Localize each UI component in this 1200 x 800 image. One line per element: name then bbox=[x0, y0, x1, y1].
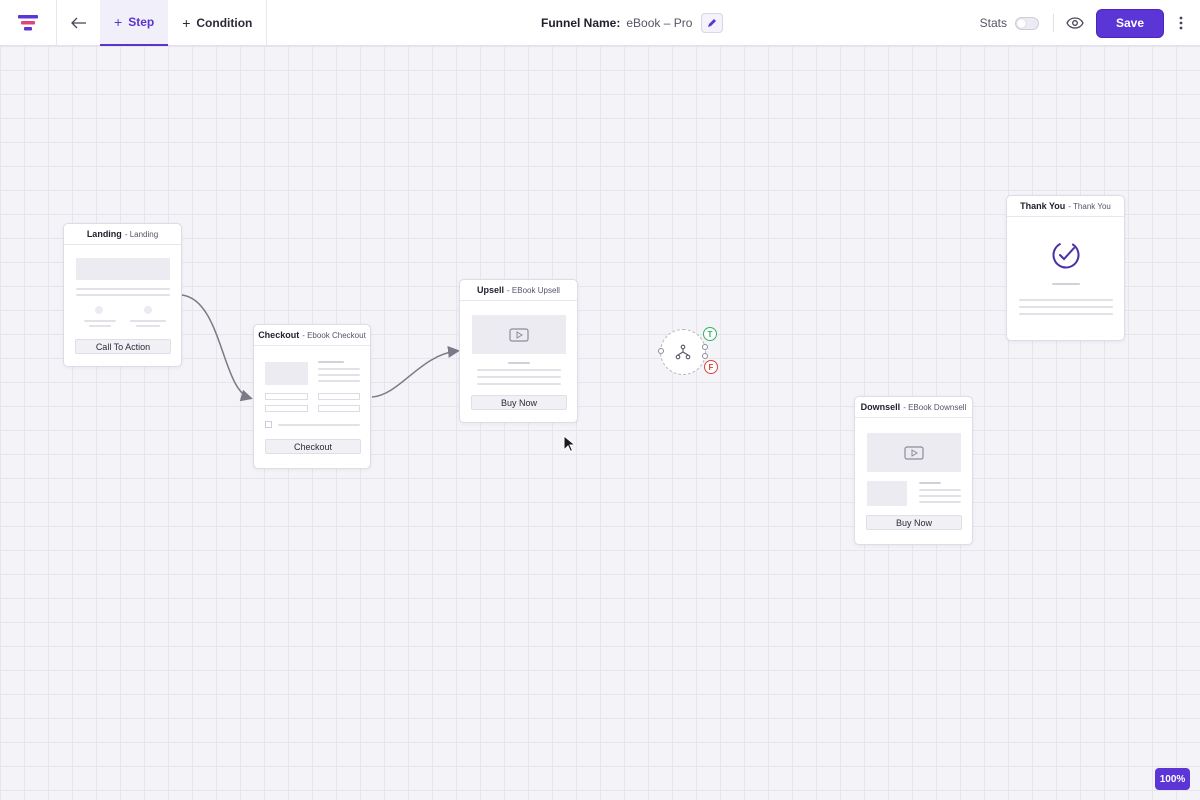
preview-line bbox=[919, 501, 961, 503]
preview-line bbox=[318, 361, 344, 363]
node-subtitle: - Landing bbox=[124, 229, 159, 239]
preview-line bbox=[1019, 306, 1113, 308]
node-header: Thank You - Thank You bbox=[1007, 196, 1124, 217]
play-icon bbox=[904, 445, 924, 460]
stats-label: Stats bbox=[979, 16, 1007, 30]
logo[interactable] bbox=[0, 0, 57, 46]
condition-false-port[interactable] bbox=[702, 353, 708, 359]
preview-line bbox=[919, 489, 961, 491]
more-vertical-icon bbox=[1179, 16, 1183, 30]
preview-line bbox=[318, 380, 360, 382]
preview-image bbox=[265, 362, 308, 385]
funnel-name-value: eBook – Pro bbox=[626, 16, 693, 30]
preview-line bbox=[1052, 283, 1080, 285]
preview-circle bbox=[144, 306, 152, 314]
plus-icon: + bbox=[182, 14, 191, 31]
node-title: Landing bbox=[86, 229, 122, 239]
step-node-upsell[interactable]: Upsell - EBook Upsell Buy Now bbox=[459, 279, 578, 423]
preview-line bbox=[477, 376, 561, 378]
node-subtitle: - EBook Upsell bbox=[507, 285, 560, 295]
preview-line bbox=[318, 374, 360, 376]
node-header: Landing - Landing bbox=[64, 224, 181, 245]
eye-icon bbox=[1066, 17, 1084, 29]
preview-line bbox=[278, 424, 360, 426]
tab-condition[interactable]: + Condition bbox=[168, 0, 266, 46]
node-header: Upsell - EBook Upsell bbox=[460, 280, 577, 301]
play-icon bbox=[509, 327, 529, 342]
preview-line bbox=[89, 325, 111, 327]
stats-toggle[interactable] bbox=[1015, 16, 1039, 30]
condition-false-badge: F bbox=[704, 360, 718, 374]
tab-step-label: Step bbox=[128, 14, 155, 29]
preview-video bbox=[867, 433, 961, 472]
node-subtitle: - Ebook Checkout bbox=[302, 330, 366, 340]
flow-canvas[interactable] bbox=[0, 46, 1200, 800]
branch-icon bbox=[675, 344, 691, 360]
toggle-knob bbox=[1017, 18, 1026, 28]
preview-image bbox=[867, 481, 907, 506]
preview-line bbox=[84, 320, 116, 322]
divider bbox=[1053, 14, 1054, 32]
arrow-left-icon bbox=[70, 17, 86, 28]
preview-line bbox=[318, 368, 360, 370]
check-circle-icon bbox=[1052, 241, 1080, 269]
preview-field bbox=[265, 405, 308, 412]
condition-input-port[interactable] bbox=[658, 348, 664, 354]
preview-video bbox=[472, 315, 566, 354]
node-header: Downsell - EBook Downsell bbox=[855, 397, 972, 418]
node-header: Checkout - Ebook Checkout bbox=[254, 325, 370, 346]
preview-field bbox=[318, 393, 360, 400]
preview-line bbox=[1019, 299, 1113, 301]
preview-line bbox=[508, 362, 530, 364]
step-node-landing[interactable]: Landing - Landing Call To Action bbox=[63, 223, 182, 367]
back-button[interactable] bbox=[57, 0, 100, 46]
pencil-icon bbox=[708, 19, 717, 27]
preview-line bbox=[1019, 313, 1113, 315]
node-title: Downsell bbox=[860, 402, 901, 412]
preview-line bbox=[477, 369, 561, 371]
preview-field bbox=[265, 393, 308, 400]
node-subtitle: - EBook Downsell bbox=[903, 402, 967, 412]
top-toolbar: + Step + Condition Funnel Name: eBook – … bbox=[0, 0, 1200, 46]
node-title: Checkout bbox=[258, 330, 300, 340]
edit-funnel-name-button[interactable] bbox=[701, 13, 724, 33]
plus-icon: + bbox=[114, 13, 123, 30]
tab-condition-label: Condition bbox=[196, 15, 253, 30]
more-options-button[interactable] bbox=[1174, 13, 1188, 33]
save-button[interactable]: Save bbox=[1096, 8, 1164, 38]
funnel-logo-icon bbox=[18, 14, 38, 30]
preview-hero bbox=[76, 258, 170, 280]
preview-circle bbox=[95, 306, 103, 314]
condition-node[interactable] bbox=[660, 329, 706, 375]
node-button: Checkout bbox=[265, 439, 361, 454]
divider bbox=[266, 0, 268, 46]
condition-true-port[interactable] bbox=[702, 344, 708, 350]
preview-line bbox=[919, 482, 941, 484]
preview-line bbox=[130, 320, 166, 322]
preview-field bbox=[318, 405, 360, 412]
preview-line bbox=[76, 288, 170, 290]
preview-button[interactable] bbox=[1066, 14, 1084, 32]
preview-line bbox=[76, 294, 170, 296]
zoom-level-button[interactable]: 100% bbox=[1155, 768, 1190, 790]
preview-line bbox=[919, 495, 961, 497]
preview-line bbox=[136, 325, 160, 327]
step-node-thank-you[interactable]: Thank You - Thank You bbox=[1006, 195, 1125, 341]
toolbar-actions: Stats Save bbox=[980, 0, 1200, 46]
node-button: Buy Now bbox=[866, 515, 962, 530]
condition-true-badge: T bbox=[703, 327, 717, 341]
funnel-name-label: Funnel Name: bbox=[541, 16, 621, 30]
node-subtitle: - Thank You bbox=[1068, 201, 1111, 211]
node-title: Thank You bbox=[1020, 201, 1066, 211]
node-button: Call To Action bbox=[75, 339, 171, 354]
funnel-name: Funnel Name: eBook – Pro bbox=[541, 0, 724, 46]
step-node-downsell[interactable]: Downsell - EBook Downsell Buy Now bbox=[854, 396, 973, 545]
preview-checkbox bbox=[265, 421, 272, 428]
node-button: Buy Now bbox=[471, 395, 567, 410]
node-title: Upsell bbox=[477, 285, 505, 295]
step-node-checkout[interactable]: Checkout - Ebook Checkout Checkout bbox=[253, 324, 371, 469]
cursor-icon bbox=[563, 435, 575, 453]
preview-line bbox=[477, 383, 561, 385]
tab-step[interactable]: + Step bbox=[100, 0, 169, 46]
